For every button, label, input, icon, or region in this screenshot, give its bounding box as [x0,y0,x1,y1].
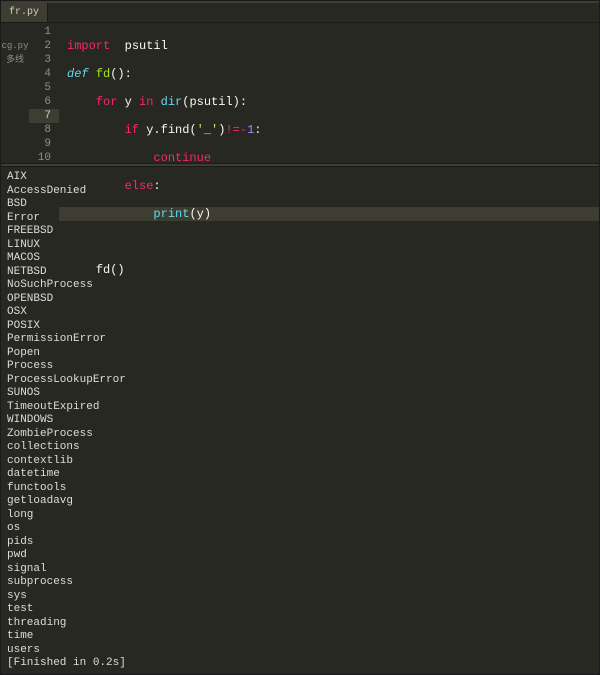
code-area[interactable]: import psutil def fd(): for y in dir(psu… [59,23,599,163]
line-number: 2 [44,40,51,52]
line-number: 1 [44,26,51,38]
sidebar-hint-label: cg.py [1,39,29,53]
line-number: 9 [44,138,51,150]
tab-fr-py[interactable]: fr.py [1,3,48,22]
code-line-active: print(y) [59,207,599,221]
line-number: 3 [44,54,51,66]
code-line [67,235,599,249]
line-number-gutter: 1 2 3 4 5 6 7 8 9 10 [29,23,59,163]
sidebar-hint-label: 多线 [1,53,29,67]
line-number: 6 [44,96,51,108]
code-line: fd() [67,263,599,277]
line-number: 8 [44,124,51,136]
code-line: continue [67,151,599,165]
code-line: else: [67,179,599,193]
code-line [67,291,599,305]
code-line: if y.find('_')!=-1: [67,123,599,137]
code-line: def fd(): [67,67,599,81]
code-editor[interactable]: cg.py 多线 1 2 3 4 5 6 7 8 9 10 import psu… [1,23,599,163]
line-number: 4 [44,68,51,80]
line-number: 5 [44,82,51,94]
sidebar-file-hints: cg.py 多线 [1,23,29,163]
code-line: import psutil [67,39,599,53]
tab-bar: fr.py [1,3,599,23]
code-line: for y in dir(psutil): [67,95,599,109]
line-number-active: 7 [29,109,59,123]
line-number: 10 [38,152,51,164]
